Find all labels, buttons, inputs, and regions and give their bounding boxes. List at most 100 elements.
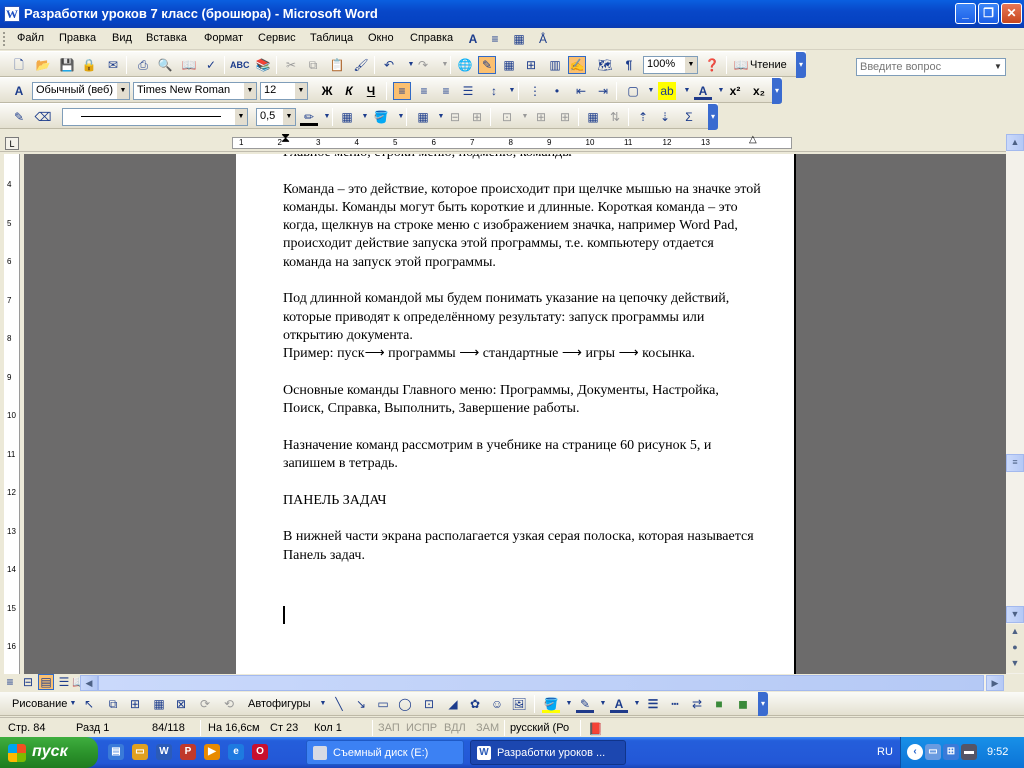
- tray-clock[interactable]: 9:52: [987, 746, 1008, 758]
- network-icon[interactable]: ▭: [925, 744, 941, 760]
- paragraph[interactable]: Основные команды Главного меню: Программ…: [283, 382, 763, 419]
- line-style-icon[interactable]: ☰: [644, 695, 662, 713]
- scroll-left-icon[interactable]: ◀: [80, 675, 98, 691]
- toolbar-options-icon[interactable]: ▾: [772, 78, 782, 104]
- minimize-button[interactable]: _: [955, 3, 976, 24]
- chevron-down-icon[interactable]: ▼: [392, 108, 410, 126]
- chevron-down-icon[interactable]: ▼: [318, 108, 336, 126]
- split-cells-icon[interactable]: ⊞: [468, 108, 486, 126]
- status-track-changes[interactable]: ИСПР: [406, 722, 437, 734]
- undo-icon[interactable]: ↶: [380, 56, 398, 74]
- tab-selector[interactable]: L: [5, 137, 19, 150]
- line-style-select[interactable]: ▼: [62, 108, 248, 126]
- format-painter-icon[interactable]: 🖌: [352, 56, 370, 74]
- word-app-icon[interactable]: W: [4, 6, 20, 22]
- print-icon[interactable]: ⎙: [134, 56, 152, 74]
- scroll-up-icon[interactable]: ▲: [1006, 134, 1024, 151]
- border-color-icon[interactable]: ✏: [300, 108, 318, 126]
- insert-picture-icon[interactable]: 🖼: [510, 695, 528, 713]
- sort-ascending-icon[interactable]: ⇡: [634, 108, 652, 126]
- ask-question-box[interactable]: Введите вопрос ▼: [856, 58, 1006, 76]
- chevron-down-icon[interactable]: ▼: [295, 83, 307, 99]
- styles-icon[interactable]: A: [10, 82, 28, 100]
- clip-art-icon[interactable]: ☺: [488, 695, 506, 713]
- insert-table-icon[interactable]: ▦: [414, 108, 432, 126]
- chevron-down-icon[interactable]: ▼: [283, 109, 295, 125]
- eraser-icon[interactable]: ⌫: [34, 108, 52, 126]
- italic-button[interactable]: К: [340, 82, 358, 100]
- align-center-icon[interactable]: ≡: [415, 82, 433, 100]
- line-spacing-icon[interactable]: ↕: [485, 82, 503, 100]
- spelling-icon[interactable]: ✓: [202, 56, 220, 74]
- oval-icon[interactable]: ◯: [396, 695, 414, 713]
- tray-app-icon[interactable]: ⊞: [943, 744, 959, 760]
- opera-icon[interactable]: O: [252, 744, 268, 760]
- paragraph-heading-cut[interactable]: Главное меню, строки меню, подменю, кома…: [283, 154, 763, 162]
- grid-icon[interactable]: ▦: [150, 695, 168, 713]
- superscript-icon[interactable]: x²: [726, 82, 744, 100]
- language-indicator[interactable]: RU: [877, 746, 893, 758]
- font-color-icon[interactable]: A: [610, 695, 628, 713]
- insert-excel-icon[interactable]: ⊞: [522, 56, 540, 74]
- web-view-icon[interactable]: ⊟: [20, 674, 36, 690]
- align-right-icon[interactable]: ≡: [437, 82, 455, 100]
- menu-tools[interactable]: Сервис: [258, 32, 296, 44]
- font-color-icon[interactable]: A: [464, 30, 482, 48]
- distribute-columns-icon[interactable]: ⊞: [556, 108, 574, 126]
- hyperlink-icon[interactable]: 🌐: [456, 56, 474, 74]
- read-icon[interactable]: 📖: [732, 56, 750, 74]
- paragraph[interactable]: Команда – это действие, которое происход…: [283, 181, 763, 272]
- horizontal-scrollbar[interactable]: ◀ ▶: [80, 675, 1004, 691]
- line-weight-select[interactable]: 0,5 ▼: [256, 108, 296, 126]
- status-overtype[interactable]: ЗАМ: [476, 722, 499, 734]
- drawing-menu-button[interactable]: Рисование: [12, 698, 67, 710]
- chevron-down-icon[interactable]: ▼: [235, 109, 247, 125]
- document-page[interactable]: Главное меню, строки меню, подменю, кома…: [236, 154, 796, 674]
- start-button[interactable]: пуск: [0, 737, 98, 768]
- style-select[interactable]: Обычный (веб) ▼: [32, 82, 130, 100]
- dash-style-icon[interactable]: ┅: [666, 695, 684, 713]
- tray-expand-icon[interactable]: ‹: [907, 744, 923, 760]
- chevron-down-icon[interactable]: ▼: [244, 83, 256, 99]
- zoom-select[interactable]: 100% ▼: [643, 56, 698, 74]
- text-direction-icon[interactable]: Å: [534, 30, 552, 48]
- menu-view[interactable]: Вид: [112, 32, 132, 44]
- tray-device-icon[interactable]: ▬: [961, 744, 977, 760]
- shadow-style-icon[interactable]: ■: [710, 695, 728, 713]
- text-direction-icon[interactable]: ⇅: [606, 108, 624, 126]
- paragraph[interactable]: В нижней части экрана располагается узка…: [283, 528, 763, 565]
- autoshapes-menu-button[interactable]: Автофигуры: [248, 698, 311, 710]
- browse-object-icon[interactable]: ●: [1006, 640, 1024, 657]
- open-folder-icon[interactable]: 📂: [34, 56, 52, 74]
- menu-format[interactable]: Формат: [204, 32, 243, 44]
- research-book-icon[interactable]: 📚: [254, 56, 272, 74]
- select-objects-icon[interactable]: ↖: [80, 695, 98, 713]
- align-cell-icon[interactable]: ⊡: [498, 108, 516, 126]
- task-removable-disk[interactable]: Съемный диск (E:): [306, 740, 464, 765]
- status-language[interactable]: русский (Ро: [510, 722, 569, 734]
- outline-view-icon[interactable]: ☰: [56, 674, 72, 690]
- menu-window[interactable]: Окно: [368, 32, 394, 44]
- text-box-icon[interactable]: ⊡: [420, 695, 438, 713]
- drawing-icon[interactable]: ✍: [568, 56, 586, 74]
- chevron-down-icon[interactable]: ▼: [685, 57, 697, 73]
- wordart-icon[interactable]: ◢: [444, 695, 462, 713]
- spelling-status-icon[interactable]: 📕: [588, 722, 603, 736]
- task-word-document[interactable]: W Разработки уроков ...: [470, 740, 626, 765]
- table-autoformat-icon[interactable]: ▦: [584, 108, 602, 126]
- merge-cells-icon[interactable]: ⊟: [446, 108, 464, 126]
- restore-button[interactable]: ❐: [978, 3, 999, 24]
- paste-icon[interactable]: 📋: [328, 56, 346, 74]
- rotate-icon[interactable]: ⟳: [196, 695, 214, 713]
- scroll-down-icon[interactable]: ▼: [1006, 606, 1024, 623]
- menu-table[interactable]: Таблица: [310, 32, 353, 44]
- redo-dropdown-icon[interactable]: ▼: [436, 56, 454, 74]
- outside-border-icon[interactable]: ▦: [338, 108, 356, 126]
- align-objects-icon[interactable]: ⊞: [126, 695, 144, 713]
- group-icon[interactable]: ⧉: [104, 695, 122, 713]
- toolbar-options-icon[interactable]: ▾: [796, 52, 806, 78]
- border-icon[interactable]: ▢: [624, 82, 642, 100]
- next-page-icon[interactable]: ▼: [1006, 656, 1024, 673]
- show-desktop-icon[interactable]: ▤: [108, 744, 124, 760]
- status-extend-selection[interactable]: ВДЛ: [444, 722, 466, 734]
